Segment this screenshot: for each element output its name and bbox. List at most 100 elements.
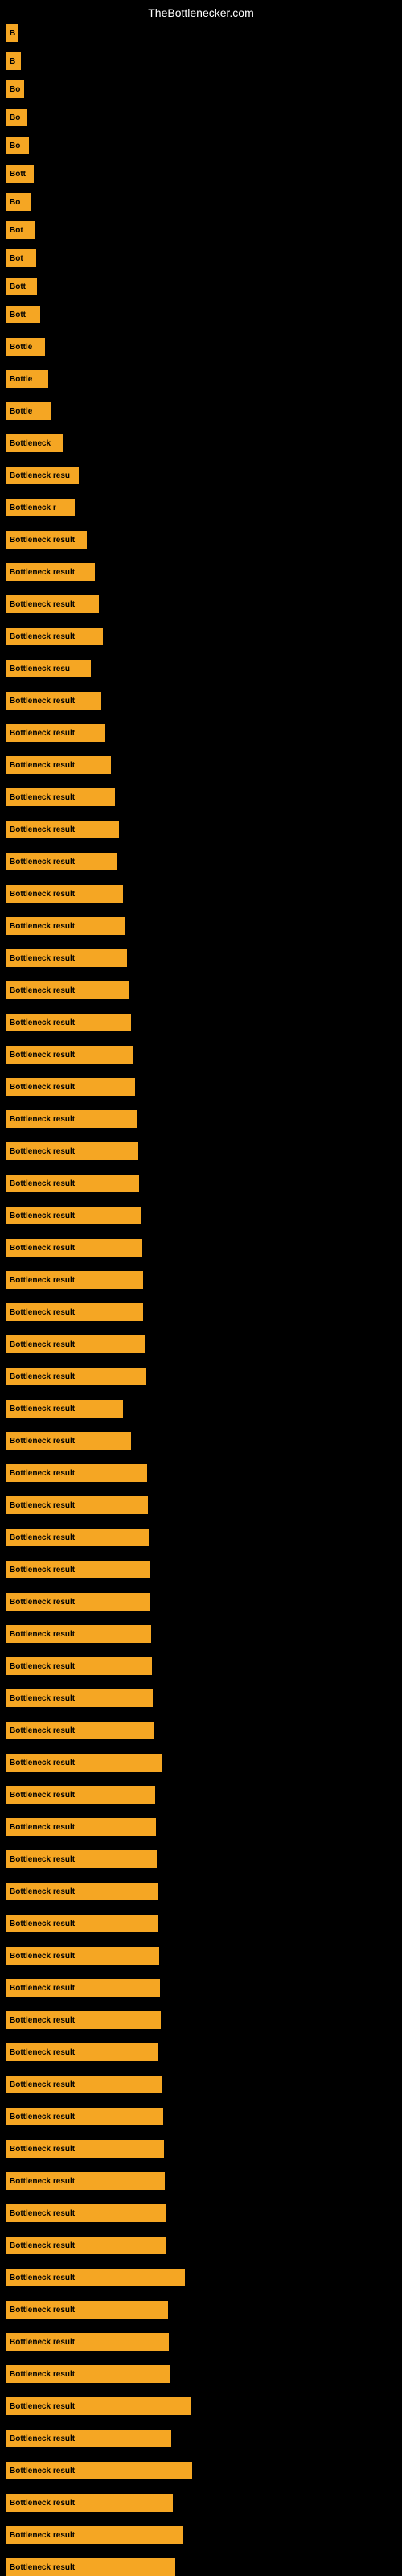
- bar-item: Bottleneck result: [6, 2397, 191, 2415]
- bar-visual: Bot: [6, 221, 35, 239]
- bar-item: Bottleneck result: [6, 1496, 148, 1514]
- bar-label: Bottleneck result: [10, 2370, 75, 2379]
- bar-item: Bottleneck result: [6, 724, 105, 742]
- bar-label: Bottleneck result: [10, 1566, 75, 1574]
- bar-visual: Bottleneck result: [6, 1722, 154, 1739]
- bar-label: Bottleneck result: [10, 825, 75, 834]
- bar-label: Bottleneck result: [10, 1340, 75, 1349]
- bar-item: Bottleneck result: [6, 1078, 135, 1096]
- bar-label: Bott: [10, 170, 26, 179]
- bar-visual: Bottle: [6, 402, 51, 420]
- bar-label: Bottleneck result: [10, 761, 75, 770]
- bar-label: Bo: [10, 198, 20, 207]
- bar-visual: Bottleneck result: [6, 1110, 137, 1128]
- bar-visual: Bottleneck result: [6, 531, 87, 549]
- bar-item: Bottleneck result: [6, 1207, 141, 1224]
- bar-item: Bottleneck result: [6, 885, 123, 903]
- bar-visual: Bottleneck result: [6, 885, 123, 903]
- bar-label: Bottleneck result: [10, 1051, 75, 1060]
- bar-item: Bottleneck result: [6, 1883, 158, 1900]
- bar-label: Bot: [10, 226, 23, 235]
- bar-visual: Bottleneck result: [6, 1689, 153, 1707]
- bar-label: Bottleneck result: [10, 1598, 75, 1607]
- bar-item: Bott: [6, 165, 34, 183]
- bar-label: Bottle: [10, 375, 32, 384]
- bar-label: Bottleneck result: [10, 1984, 75, 1993]
- bar-visual: Bottleneck result: [6, 724, 105, 742]
- bar-label: Bottleneck result: [10, 2531, 75, 2540]
- bar-item: Bot: [6, 249, 36, 267]
- bar-visual: Bottleneck result: [6, 1239, 142, 1257]
- bar-item: Bo: [6, 137, 29, 154]
- bar-visual: Bottleneck result: [6, 1496, 148, 1514]
- bar-visual: Bottleneck result: [6, 1979, 160, 1997]
- bar-visual: Bottleneck result: [6, 2365, 170, 2383]
- bar-label: Bottleneck result: [10, 632, 75, 641]
- bar-visual: Bottleneck result: [6, 917, 125, 935]
- bar-visual: Bottleneck result: [6, 1593, 150, 1611]
- bar-visual: Bo: [6, 193, 31, 211]
- bar-visual: Bottleneck result: [6, 981, 129, 999]
- bar-item: Bottleneck result: [6, 2365, 170, 2383]
- bar-visual: Bottleneck result: [6, 1818, 156, 1836]
- bar-visual: Bottleneck result: [6, 821, 119, 838]
- bar-label: Bottleneck result: [10, 2467, 75, 2475]
- bar-item: Bottleneck result: [6, 1335, 145, 1353]
- bar-label: Bottleneck result: [10, 1501, 75, 1510]
- bar-label: Bottleneck result: [10, 1083, 75, 1092]
- bar-item: Bottleneck result: [6, 1303, 143, 1321]
- bar-item: Bottleneck result: [6, 1625, 151, 1643]
- bar-visual: Bottleneck result: [6, 2397, 191, 2415]
- bar-label: Bottleneck result: [10, 2016, 75, 2025]
- bar-label: Bott: [10, 311, 26, 319]
- bar-label: Bottleneck resu: [10, 471, 70, 480]
- bar-label: Bottleneck result: [10, 1115, 75, 1124]
- bar-item: Bottleneck result: [6, 1657, 152, 1675]
- bar-visual: B: [6, 24, 18, 42]
- bar-item: Bottleneck result: [6, 853, 117, 870]
- bar-item: Bottleneck result: [6, 1142, 138, 1160]
- bar-label: Bottleneck result: [10, 697, 75, 706]
- bar-visual: Bo: [6, 80, 24, 98]
- bar-label: Bottleneck result: [10, 1887, 75, 1896]
- bar-item: Bottleneck result: [6, 2430, 171, 2447]
- bar-item: Bottleneck result: [6, 949, 127, 967]
- bar-item: Bottleneck result: [6, 2301, 168, 2319]
- bar-visual: Bottleneck result: [6, 2204, 166, 2222]
- bar-label: Bottleneck result: [10, 1952, 75, 1961]
- bar-item: Bottleneck result: [6, 1979, 160, 1997]
- bar-label: Bottleneck result: [10, 1823, 75, 1832]
- bar-item: Bottleneck result: [6, 1850, 157, 1868]
- bar-item: Bottleneck result: [6, 2462, 192, 2479]
- bar-visual: Bott: [6, 165, 34, 183]
- bar-label: Bottleneck result: [10, 954, 75, 963]
- bar-item: Bottleneck result: [6, 1110, 137, 1128]
- bar-visual: Bottleneck result: [6, 1078, 135, 1096]
- bar-label: Bottleneck result: [10, 1018, 75, 1027]
- bar-item: Bottleneck result: [6, 692, 101, 710]
- bar-item: Bottleneck result: [6, 2558, 175, 2576]
- bar-visual: Bottleneck result: [6, 1271, 143, 1289]
- bar-label: Bottleneck result: [10, 2402, 75, 2411]
- bar-item: Bottleneck result: [6, 1432, 131, 1450]
- bar-label: Bottleneck result: [10, 729, 75, 738]
- bar-label: B: [10, 57, 15, 66]
- bar-item: Bottleneck result: [6, 917, 125, 935]
- bar-label: Bottleneck result: [10, 890, 75, 899]
- bar-item: Bottleneck r: [6, 499, 75, 516]
- bar-label: Bottleneck result: [10, 1179, 75, 1188]
- bar-label: Bott: [10, 282, 26, 291]
- bar-visual: Bottleneck result: [6, 1303, 143, 1321]
- bar-visual: Bottleneck result: [6, 1014, 131, 1031]
- site-title: TheBottlenecker.com: [148, 6, 254, 19]
- bar-label: Bottleneck result: [10, 2145, 75, 2154]
- bar-visual: Bottleneck result: [6, 1786, 155, 1804]
- bar-item: Bottleneck result: [6, 2269, 185, 2286]
- bar-visual: Bottleneck result: [6, 1432, 131, 1450]
- bar-item: Bottleneck result: [6, 2011, 161, 2029]
- bar-label: Bo: [10, 142, 20, 150]
- bar-visual: Bo: [6, 137, 29, 154]
- bar-visual: Bottleneck result: [6, 1754, 162, 1772]
- bar-item: Bottleneck result: [6, 1271, 143, 1289]
- bar-label: Bottleneck result: [10, 1244, 75, 1253]
